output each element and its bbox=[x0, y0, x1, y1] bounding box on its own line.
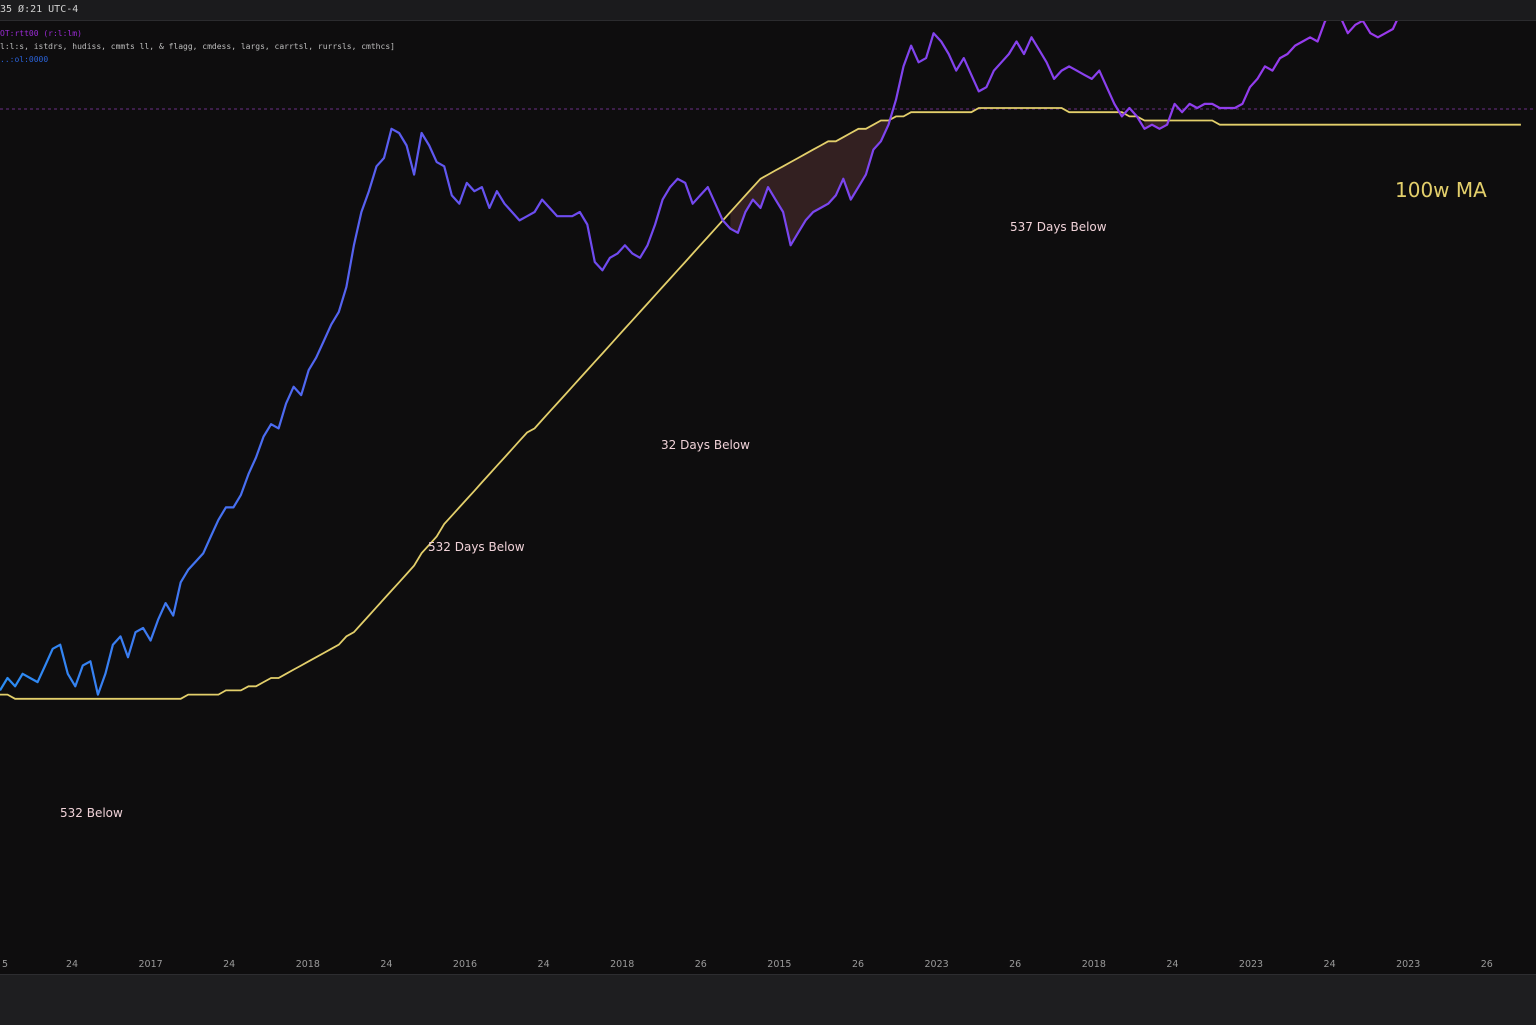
x-tick-label: 26 bbox=[852, 959, 864, 970]
x-tick-label: 5 bbox=[2, 959, 8, 970]
x-tick-label: 24 bbox=[66, 959, 78, 970]
x-tick-label: 2018 bbox=[1082, 959, 1106, 970]
x-tick-label: 26 bbox=[1481, 959, 1493, 970]
x-tick-label: 24 bbox=[380, 959, 392, 970]
x-tick-label: 2023 bbox=[1239, 959, 1263, 970]
x-tick-label: 2023 bbox=[1396, 959, 1420, 970]
price-chart[interactable]: 532 Below 532 Days Below 32 Days Below 537 … bbox=[0, 0, 1536, 974]
price-line bbox=[0, 0, 1465, 696]
below-ma-region-1 bbox=[730, 120, 889, 246]
symbol-info: 35 Ø:21 UTC-4 bbox=[0, 4, 79, 15]
x-tick-label: 2023 bbox=[925, 959, 949, 970]
annotation-label-1: 532 Below bbox=[60, 806, 123, 820]
x-tick-label: 24 bbox=[538, 959, 550, 970]
x-tick-label: 2016 bbox=[453, 959, 477, 970]
x-tick-label: 26 bbox=[1009, 959, 1021, 970]
x-tick-label: 2018 bbox=[296, 959, 320, 970]
x-tick-label: 24 bbox=[1166, 959, 1178, 970]
x-tick-label: 24 bbox=[1324, 959, 1336, 970]
ma-label: 100w MA bbox=[1395, 178, 1487, 202]
x-tick-label: 2018 bbox=[610, 959, 634, 970]
x-tick-label: 26 bbox=[695, 959, 707, 970]
x-tick-label: 2017 bbox=[139, 959, 163, 970]
annotation-label-2: 532 Days Below bbox=[428, 540, 525, 554]
chart-area[interactable]: 532 Below 532 Days Below 32 Days Below 537 … bbox=[0, 0, 1536, 974]
bottom-panel bbox=[0, 974, 1536, 1025]
top-toolbar: 35 Ø:21 UTC-4 bbox=[0, 0, 1536, 21]
annotation-label-3: 32 Days Below bbox=[661, 438, 750, 452]
x-tick-label: 24 bbox=[223, 959, 235, 970]
x-tick-label: 2015 bbox=[767, 959, 791, 970]
annotation-label-4: 537 Days Below bbox=[1010, 220, 1107, 234]
